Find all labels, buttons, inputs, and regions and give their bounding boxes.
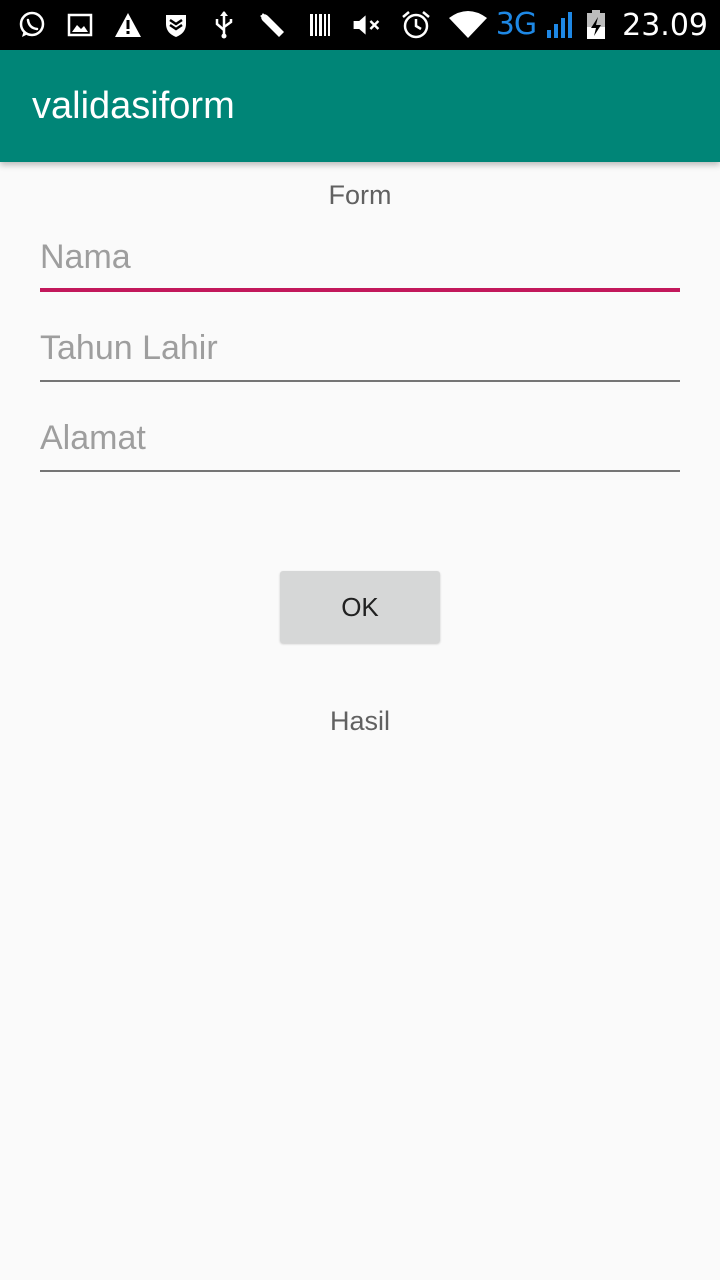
result-label: Hasil — [329, 706, 390, 736]
notification-icons — [16, 9, 448, 41]
shield-icon — [160, 9, 192, 41]
app-title: validasiform — [32, 84, 235, 127]
status-time: 23.09 — [622, 7, 708, 43]
mute-icon — [352, 9, 384, 41]
tahun-lahir-input[interactable] — [40, 322, 680, 382]
alarm-icon — [400, 9, 432, 41]
ok-button[interactable]: OK — [280, 571, 440, 643]
whatsapp-icon — [16, 9, 48, 41]
usb-icon — [208, 9, 240, 41]
status-bar: 3G 23.09 — [0, 0, 720, 50]
system-icons: 3G 23.09 — [448, 8, 708, 43]
image-icon — [64, 9, 96, 41]
nama-input[interactable] — [40, 232, 680, 292]
form-heading: Form — [328, 180, 392, 210]
barcode-icon — [304, 9, 336, 41]
network-type-label: 3G — [495, 7, 537, 42]
app-bar: validasiform — [0, 50, 720, 162]
wrench-icon — [256, 9, 288, 41]
signal-icon — [544, 9, 576, 41]
alamat-input[interactable] — [40, 412, 680, 472]
warning-icon — [112, 9, 144, 41]
wifi-icon — [448, 9, 488, 41]
battery-charging-icon — [584, 9, 608, 41]
